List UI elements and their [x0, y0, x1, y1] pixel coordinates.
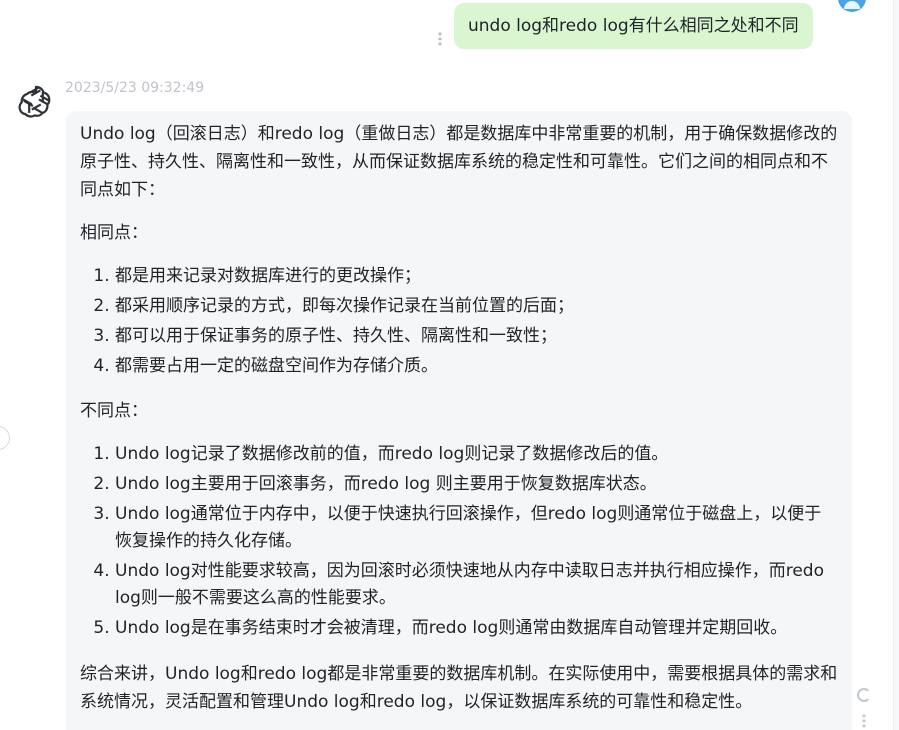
assistant-answer-card: Undo log（回滚日志）和redo log（重做日志）都是数据库中非常重要的… [66, 111, 852, 730]
similarities-list: 都是用来记录对数据库进行的更改操作； 都采用顺序记录的方式，即每次操作记录在当前… [80, 263, 838, 380]
difference-item: Undo log通常位于内存中，以便于快速执行回滚操作，但redo log则通常… [115, 501, 838, 555]
refresh-icon[interactable] [857, 688, 871, 702]
answer-conclusion: 综合来讲，Undo log和redo log都是非常重要的数据库机制。在实际使用… [80, 664, 838, 712]
user-avatar-icon [838, 0, 866, 12]
message-timestamp: 2023/5/23 09:32:49 [65, 80, 205, 96]
vertical-ellipsis-icon[interactable]: • • • [860, 711, 868, 730]
left-edge-control[interactable] [0, 426, 10, 450]
difference-item: Undo log对性能要求较高，因为回滚时必须快速地从内存中读取日志并执行相应操… [115, 558, 838, 612]
similarity-item: 都是用来记录对数据库进行的更改操作； [115, 263, 838, 290]
scrollbar[interactable] [893, 0, 899, 730]
chat-page: undo log和redo log有什么相同之处和不同 • • • 2023/5/2… [0, 0, 899, 730]
similarity-item: 都需要占用一定的磁盘空间作为存储介质。 [115, 353, 838, 380]
differences-heading: 不同点： [80, 401, 148, 421]
difference-item: Undo log是在事务结束时才会被清理，而redo log则通常由数据库自动管… [115, 615, 838, 642]
similarity-item: 都可以用于保证事务的原子性、持久性、隔离性和一致性； [115, 323, 838, 350]
similarities-heading: 相同点： [80, 223, 148, 243]
difference-item: Undo log主要用于回滚事务，而redo log 则主要用于恢复数据库状态。 [115, 471, 838, 498]
differences-list: Undo log记录了数据修改前的值，而redo log则记录了数据修改后的值。… [80, 441, 838, 642]
similarity-item: 都采用顺序记录的方式，即每次操作记录在当前位置的后面； [115, 293, 838, 320]
openai-logo-icon [18, 85, 51, 118]
user-message-bubble[interactable]: undo log和redo log有什么相同之处和不同 [454, 3, 813, 49]
vertical-ellipsis-icon[interactable]: • • • [434, 29, 446, 50]
answer-intro: Undo log（回滚日志）和redo log（重做日志）都是数据库中非常重要的… [80, 124, 838, 200]
difference-item: Undo log记录了数据修改前的值，而redo log则记录了数据修改后的值。 [115, 441, 838, 468]
